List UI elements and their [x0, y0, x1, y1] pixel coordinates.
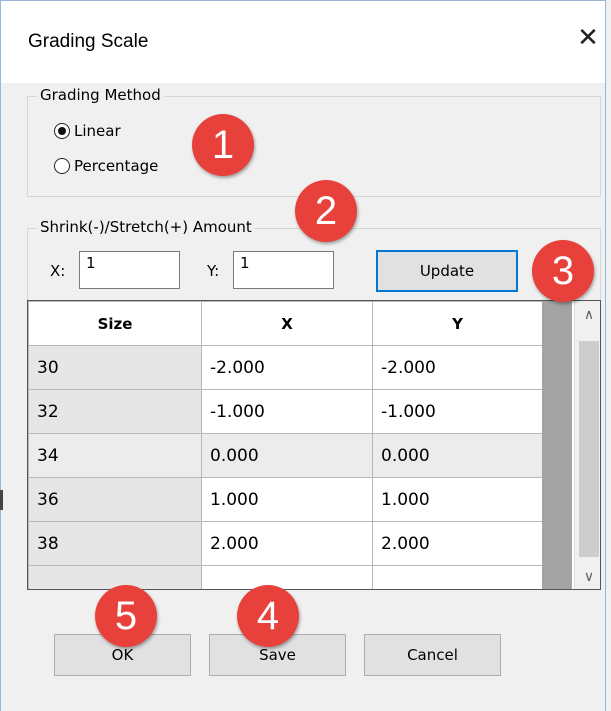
size-cell[interactable]: 36	[28, 477, 202, 522]
x-cell[interactable]	[201, 565, 373, 589]
amount-label: Shrink(-)/Stretch(+) Amount	[37, 218, 255, 236]
update-button[interactable]: Update	[376, 250, 518, 292]
table-row[interactable]: 32 -1.000 -1.000	[28, 389, 543, 434]
radio-linear-icon[interactable]	[54, 123, 70, 139]
column-header-x[interactable]: X	[201, 301, 373, 346]
x-cell[interactable]: 0.000	[201, 433, 373, 478]
column-header-size[interactable]: Size	[28, 301, 202, 346]
radio-percentage[interactable]: Percentage	[54, 157, 158, 175]
radio-linear[interactable]: Linear	[54, 122, 121, 140]
table-row[interactable]: 36 1.000 1.000	[28, 477, 543, 522]
scroll-thumb[interactable]	[579, 341, 599, 557]
annotation-badge-5: 5	[95, 585, 157, 647]
close-icon[interactable]: ✕	[575, 25, 601, 51]
grid-empty-area	[542, 301, 572, 589]
radio-percentage-label: Percentage	[74, 157, 159, 175]
grading-method-label: Grading Method	[37, 86, 164, 104]
y-cell[interactable]: -2.000	[372, 345, 543, 390]
scroll-down-icon[interactable]: ∨	[575, 565, 600, 589]
cancel-button[interactable]: Cancel	[364, 634, 501, 676]
y-cell[interactable]: 2.000	[372, 521, 543, 566]
column-header-y[interactable]: Y	[372, 301, 543, 346]
window-title: Grading Scale	[28, 31, 149, 52]
size-cell[interactable]: 32	[28, 389, 202, 434]
x-cell[interactable]: 2.000	[201, 521, 373, 566]
scroll-up-icon[interactable]: ∧	[575, 303, 600, 327]
title-bar: Grading Scale ✕	[1, 1, 605, 83]
grading-table: Size X Y 30 -2.000 -2.000 32 -1.000 -1.0…	[27, 300, 601, 590]
x-label: X:	[50, 262, 66, 280]
annotation-badge-2: 2	[295, 180, 357, 242]
y-cell[interactable]: 1.000	[372, 477, 543, 522]
edge-marker	[0, 490, 3, 510]
radio-linear-label: Linear	[74, 122, 121, 140]
x-cell[interactable]: -2.000	[201, 345, 373, 390]
table-row[interactable]: 38 2.000 2.000	[28, 521, 543, 566]
size-cell[interactable]: 38	[28, 521, 202, 566]
table-row[interactable]: 30 -2.000 -2.000	[28, 345, 543, 390]
size-cell[interactable]: 30	[28, 345, 202, 390]
vertical-scrollbar[interactable]: ∧ ∨	[574, 301, 600, 589]
x-cell[interactable]: -1.000	[201, 389, 373, 434]
annotation-badge-3: 3	[532, 240, 594, 302]
annotation-badge-4: 4	[237, 585, 299, 647]
x-input[interactable]: 1	[79, 251, 180, 289]
grading-table-grid: Size X Y 30 -2.000 -2.000 32 -1.000 -1.0…	[28, 301, 543, 589]
annotation-badge-1: 1	[192, 114, 254, 176]
table-row-partial[interactable]	[28, 565, 543, 589]
radio-percentage-icon[interactable]	[54, 158, 70, 174]
y-cell[interactable]: -1.000	[372, 389, 543, 434]
y-cell[interactable]	[372, 565, 543, 589]
y-input[interactable]: 1	[233, 251, 334, 289]
y-label: Y:	[207, 262, 220, 280]
table-header-row: Size X Y	[28, 301, 543, 346]
table-row[interactable]: 34 0.000 0.000	[28, 433, 543, 478]
y-cell[interactable]: 0.000	[372, 433, 543, 478]
size-cell[interactable]: 34	[28, 433, 202, 478]
x-cell[interactable]: 1.000	[201, 477, 373, 522]
